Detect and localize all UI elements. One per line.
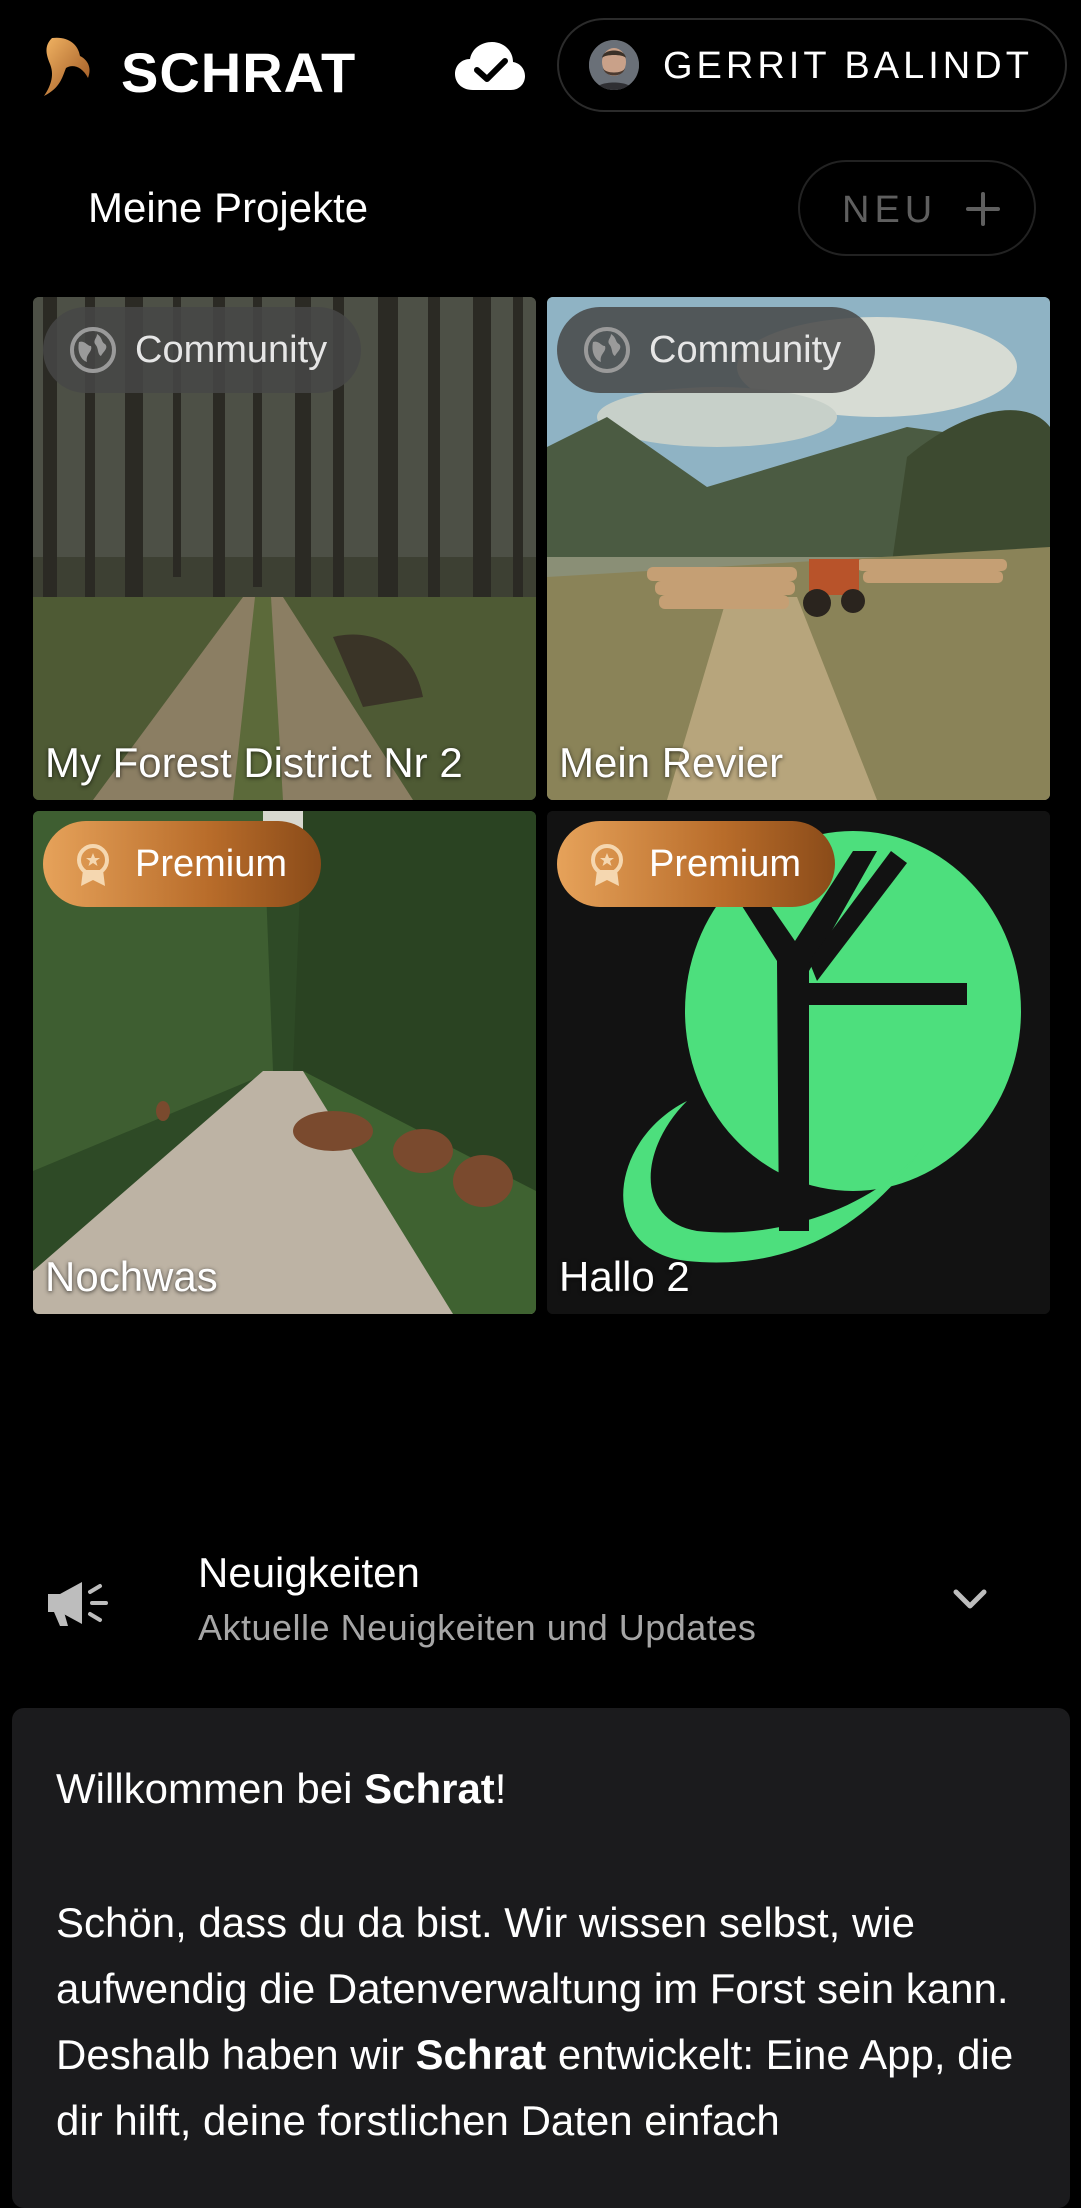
project-title: My Forest District Nr 2	[45, 739, 463, 786]
brand-name: SCHRAT	[121, 41, 357, 104]
project-title: Nochwas	[45, 1253, 218, 1300]
brand-emphasis: Schrat	[364, 1765, 495, 1812]
community-badge: Community	[557, 307, 876, 393]
new-project-label: NEU	[842, 189, 938, 231]
plus-icon	[966, 192, 1000, 226]
avatar	[589, 40, 639, 90]
globe-icon	[70, 327, 116, 373]
schrat-logo-icon[interactable]	[38, 34, 94, 98]
welcome-card: Willkommen bei Schrat! Schön, dass du da…	[12, 1708, 1070, 2208]
project-title: Mein Revier	[559, 739, 784, 786]
megaphone-icon	[48, 1582, 108, 1626]
new-project-button[interactable]: NEU	[798, 160, 1036, 256]
welcome-heading: Willkommen bei Schrat!	[56, 1765, 507, 1812]
premium-badge: Premium	[43, 821, 322, 907]
project-title: Hallo 2	[559, 1253, 690, 1300]
premium-badge: Premium	[557, 821, 836, 907]
news-subtitle: Aktuelle Neuigkeiten und Updates	[198, 1607, 757, 1648]
cloud-check-icon[interactable]	[455, 40, 525, 92]
brand-emphasis: Schrat	[415, 2031, 547, 2078]
project-card[interactable]: Premium Nochwas	[33, 811, 536, 1314]
project-card[interactable]: Community My Forest District Nr 2	[33, 297, 536, 800]
user-menu-button[interactable]: GERRIT BALINDT	[557, 18, 1067, 112]
news-accordion[interactable]: Neuigkeiten Aktuelle Neuigkeiten und Upd…	[0, 1530, 1081, 1670]
badge-label: Community	[135, 329, 328, 371]
project-card[interactable]: Premium Hallo 2	[547, 811, 1050, 1314]
projects-title: Meine Projekte	[88, 184, 369, 231]
news-title: Neuigkeiten	[198, 1549, 420, 1596]
user-name: GERRIT BALINDT	[663, 45, 1033, 87]
award-icon	[591, 844, 623, 886]
badge-label: Premium	[649, 843, 802, 885]
welcome-body: Schön, dass du da bist. Wir wissen selbs…	[56, 1899, 1014, 2144]
top-bar: SCHRAT GERRIT BALINDT	[0, 0, 1081, 140]
community-badge: Community	[43, 307, 362, 393]
project-card[interactable]: Community Mein Revier	[547, 297, 1050, 800]
chevron-down-icon[interactable]	[950, 1584, 990, 1614]
badge-label: Premium	[135, 843, 288, 885]
badge-label: Community	[649, 329, 842, 371]
award-icon	[77, 844, 109, 886]
globe-icon	[584, 327, 630, 373]
